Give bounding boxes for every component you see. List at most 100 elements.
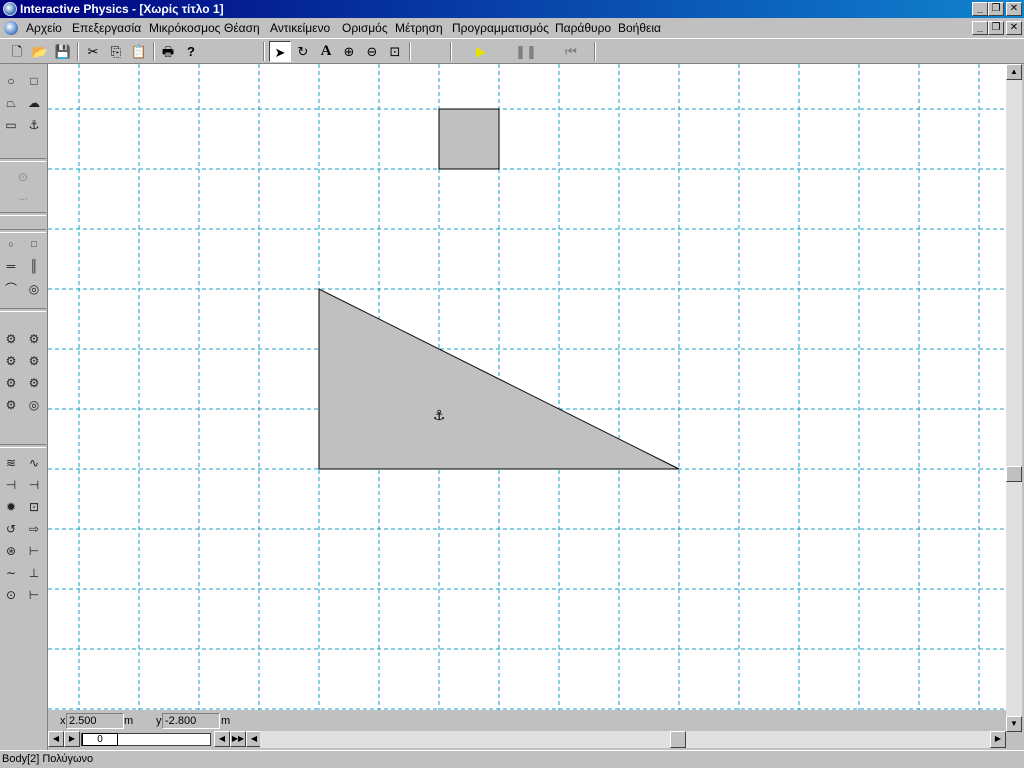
x-label: x (60, 715, 66, 727)
rod-icon[interactable]: ⊢ (24, 542, 44, 560)
app-icon[interactable] (3, 2, 17, 16)
menu-edit[interactable]: Επεξεργασία (72, 21, 141, 35)
menu-window[interactable]: Παράθυρο (555, 21, 611, 35)
polygon-tool-icon[interactable]: ⏢ (1, 94, 21, 112)
pause-icon[interactable]: ❚❚ (515, 41, 537, 62)
circle-tool-icon[interactable]: ○ (1, 72, 21, 90)
motor-icon[interactable]: ✹ (1, 498, 21, 516)
y-label: y (156, 715, 162, 727)
anchor-tool-icon[interactable]: ⚓ (24, 116, 44, 134)
anchor-icon[interactable]: ⚓ (433, 408, 446, 424)
toolbar-separator (409, 42, 411, 61)
new-icon[interactable]: 🗋 (6, 41, 28, 62)
damper-joint-icon[interactable]: ◎ (24, 396, 44, 414)
scroll-up-button[interactable]: ▲ (1006, 64, 1022, 80)
actuator-icon[interactable]: ⊡ (24, 498, 44, 516)
zoom-fit-icon[interactable]: ⊡ (384, 41, 406, 62)
y-coordinate-field[interactable]: -2.800 (162, 713, 220, 729)
frame-first-button[interactable]: ◀ (48, 731, 64, 747)
vertical-scrollbar[interactable]: ▲ ▼ (1006, 64, 1022, 732)
separator-icon[interactable]: ⊣ (1, 476, 21, 494)
close-button[interactable]: ✕ (1006, 2, 1022, 16)
x-unit: m (124, 715, 134, 727)
reset-icon[interactable]: ⏮ (560, 41, 582, 62)
horizontal-slot-icon[interactable]: ═ (1, 257, 21, 275)
menu-measure[interactable]: Μέτρηση (395, 21, 443, 35)
text-icon[interactable]: A (315, 41, 337, 62)
spring-icon[interactable]: ∿ (24, 454, 44, 472)
gear-joint-icon[interactable]: ⚙ (1, 374, 21, 392)
rectangle-tool-icon[interactable]: ▭ (1, 116, 21, 134)
slot-joint-icon[interactable]: ⚙ (24, 374, 44, 392)
print-icon[interactable]: 🖶 (157, 41, 179, 62)
zoom-in-icon[interactable]: ⊕ (338, 41, 360, 62)
rotate-icon[interactable]: ↻ (292, 41, 314, 62)
spring-joint-icon[interactable]: ⚙ (1, 396, 21, 414)
doc-minimize-button[interactable]: _ (972, 21, 988, 35)
arrow-icon[interactable]: ➤ (269, 41, 291, 62)
pin-joint-icon[interactable]: ⚙ (1, 330, 21, 348)
menu-world[interactable]: Μικρόκοσμος (149, 21, 220, 35)
frame-next-button[interactable]: ▶ (64, 731, 80, 747)
doc-restore-button[interactable]: ❐ (988, 21, 1004, 35)
rope-icon[interactable]: ≋ (1, 454, 21, 472)
point-element-icon[interactable]: ⊙ (13, 168, 33, 186)
copy-icon[interactable]: ⎘ (105, 41, 127, 62)
pulley-icon[interactable]: ⊛ (1, 542, 21, 560)
menu-file[interactable]: Αρχείο (26, 21, 62, 35)
vertical-scroll-thumb[interactable] (1006, 466, 1022, 482)
horizontal-scrollbar[interactable]: ▶ (260, 731, 1006, 748)
document-icon[interactable] (4, 21, 18, 35)
point-icon[interactable]: ○ (1, 235, 21, 253)
palette-separator (0, 229, 46, 233)
canvas-grid: ⚓ (48, 64, 1006, 710)
menu-view[interactable]: Θέαση (224, 21, 260, 35)
joint-element-icon[interactable]: ◦-◦ (13, 190, 33, 208)
scroll-right-button[interactable]: ▶ (990, 731, 1006, 748)
open-icon[interactable]: 📂 (29, 41, 51, 62)
menu-object[interactable]: Αντικείμενο (270, 21, 330, 35)
frame-counter[interactable]: 0 (82, 733, 118, 746)
circular-slot-icon[interactable]: ◎ (24, 280, 44, 298)
force-icon[interactable]: ⇨ (24, 520, 44, 538)
toolbar-separator (263, 42, 265, 61)
gear-icon[interactable]: ⊙ (1, 586, 21, 604)
square-point-icon[interactable]: □ (24, 235, 44, 253)
curved-body-tool-icon[interactable]: ☁ (24, 94, 44, 112)
help-icon[interactable]: ? (180, 41, 202, 62)
status-bar: Body[2] Πολύγωνο (0, 750, 1024, 768)
damper-icon[interactable]: ⊣ (24, 476, 44, 494)
palette-separator (0, 308, 46, 312)
minimize-button[interactable]: _ (972, 2, 988, 16)
toolbar-separator (594, 42, 596, 61)
zoom-out-icon[interactable]: ⊖ (361, 41, 383, 62)
x-coordinate-field[interactable]: 2.500 (66, 713, 124, 729)
restore-button[interactable]: ❐ (988, 2, 1004, 16)
actuator-joint-icon[interactable]: ⚙ (24, 352, 44, 370)
run-icon[interactable]: ▶ (470, 41, 492, 62)
rigid-joint-icon[interactable]: ⚙ (24, 330, 44, 348)
joint-split-icon[interactable]: ⊥ (24, 564, 44, 582)
doc-close-button[interactable]: ✕ (1006, 21, 1022, 35)
coordinate-bar: x 2.500 m y -2.800 m (48, 710, 1006, 731)
simulation-canvas[interactable]: ⚓ (48, 64, 1006, 710)
scroll-down-button[interactable]: ▼ (1006, 716, 1022, 732)
save-icon[interactable]: 💾 (52, 41, 74, 62)
frame-prev-end-button[interactable]: ◀ (214, 731, 230, 747)
cut-icon[interactable]: ✂ (82, 41, 104, 62)
motor-joint-icon[interactable]: ⚙ (1, 352, 21, 370)
menu-script[interactable]: Προγραμματισμός (452, 21, 549, 35)
horizontal-scroll-thumb[interactable] (670, 731, 686, 748)
line-icon[interactable]: ⊢ (24, 586, 44, 604)
vertical-slot-icon[interactable]: ║ (24, 257, 44, 275)
menu-define[interactable]: Ορισμός (342, 21, 388, 35)
curved-slot-icon[interactable]: ⌒ (1, 280, 21, 298)
torque-icon[interactable]: ↺ (1, 520, 21, 538)
square-body[interactable] (438, 108, 500, 170)
menu-help[interactable]: Βοήθεια (618, 21, 661, 35)
paste-icon[interactable]: 📋 (128, 41, 150, 62)
status-text: Body[2] Πολύγωνο (2, 753, 94, 765)
wave-icon[interactable]: ∼ (1, 564, 21, 582)
square-tool-icon[interactable]: □ (24, 72, 44, 90)
frame-last-button[interactable]: ▶▶ (230, 731, 246, 747)
